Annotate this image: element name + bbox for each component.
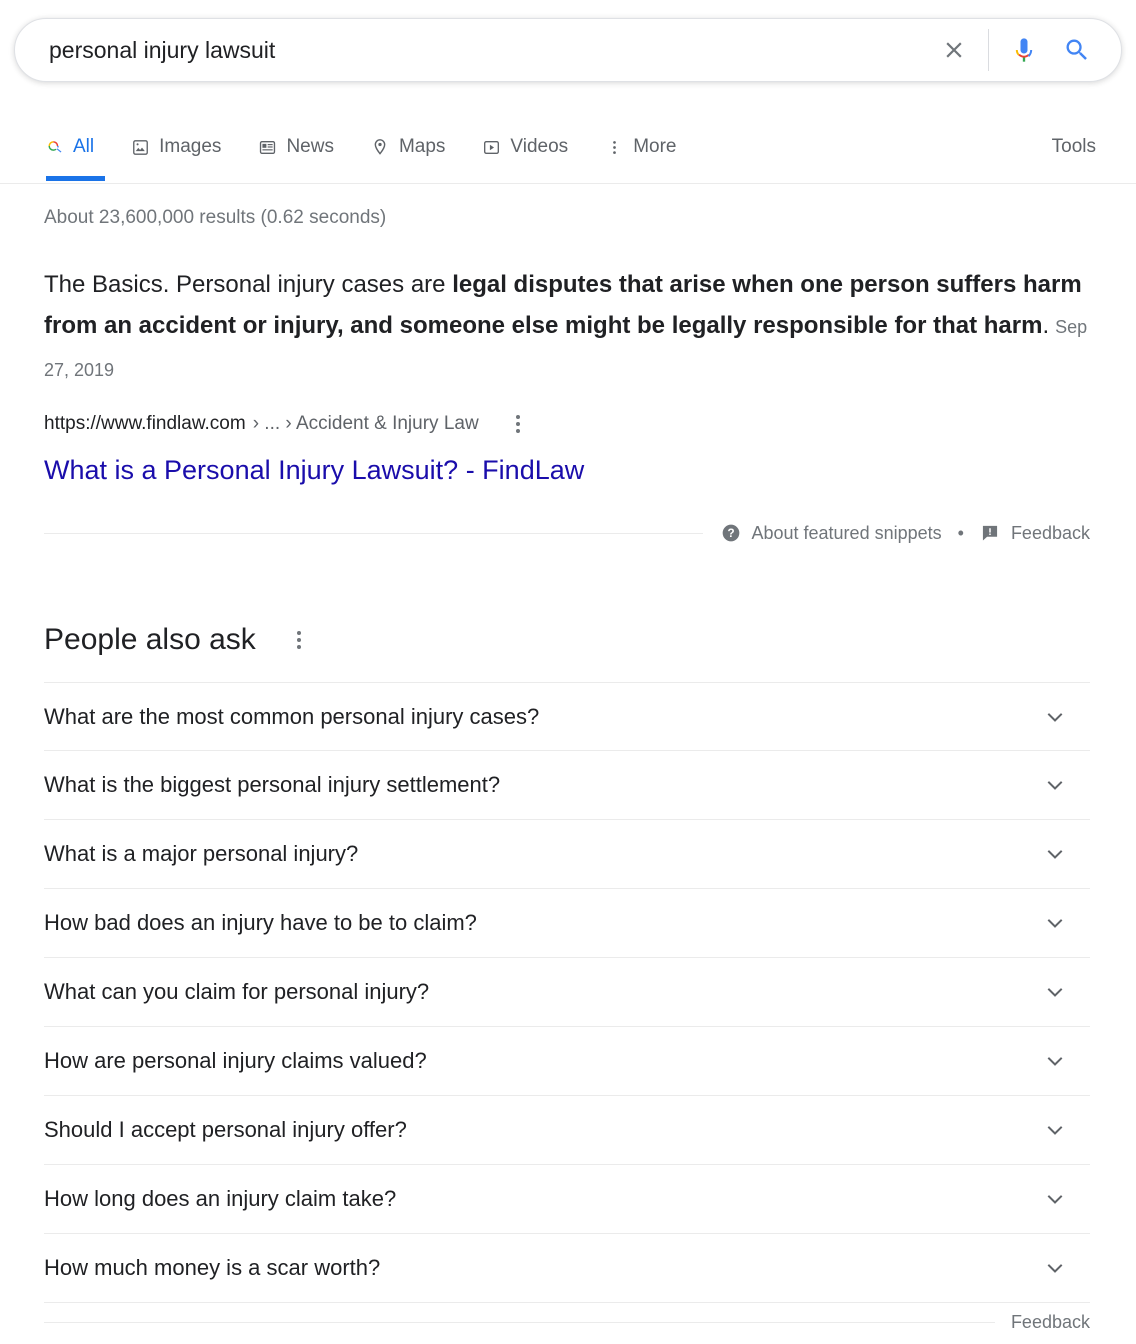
help-question-icon: ? [721, 523, 741, 543]
chevron-down-icon[interactable] [1042, 1117, 1068, 1143]
people-also-ask-question: Should I accept personal injury offer? [44, 1117, 407, 1142]
chevron-down-icon[interactable] [1042, 841, 1068, 867]
tools-button[interactable]: Tools [1052, 118, 1096, 176]
search-input[interactable] [49, 35, 937, 65]
tab-more-label: More [633, 136, 677, 157]
more-vertical-icon [604, 137, 624, 157]
tab-all[interactable]: All [44, 118, 94, 176]
chevron-down-icon[interactable] [1042, 1255, 1068, 1281]
tab-videos[interactable]: Videos [481, 118, 568, 176]
people-also-ask-section: People also ask What are the most common… [44, 612, 1090, 1341]
chevron-down-icon[interactable] [1042, 1186, 1068, 1212]
tab-videos-label: Videos [510, 136, 569, 157]
people-also-ask-options-icon[interactable] [288, 628, 310, 652]
people-also-ask-question: How bad does an injury have to be to cla… [44, 910, 477, 935]
people-also-ask-question: What is a major personal injury? [44, 841, 359, 866]
result-url-row: https://www.findlaw.com › ... › Accident… [44, 412, 529, 436]
people-also-ask-title: People also ask [44, 623, 256, 656]
tab-maps[interactable]: Maps [370, 118, 445, 176]
snippet-feedback-label: Feedback [1010, 522, 1090, 543]
people-also-ask-header: People also ask [44, 612, 1090, 668]
people-also-ask-item[interactable]: What is a major personal injury? [44, 820, 1090, 889]
video-play-icon [481, 137, 501, 157]
tab-images[interactable]: Images [130, 118, 221, 176]
snippet-plain-tail: . [1042, 312, 1050, 339]
snippet-plain-lead: The Basics. Personal injury cases are [44, 271, 453, 298]
people-also-ask-question: What is the biggest personal injury sett… [44, 772, 501, 797]
search-bar-divider [988, 29, 989, 71]
featured-snippet: The Basics. Personal injury cases are le… [44, 264, 1090, 391]
about-featured-snippets-label: About featured snippets [751, 522, 942, 543]
chevron-down-icon[interactable] [1042, 704, 1068, 730]
microphone-icon[interactable] [1009, 35, 1039, 65]
search-bar-container [14, 18, 1122, 82]
map-pin-icon [370, 137, 390, 157]
search-submit-icon[interactable] [1061, 34, 1093, 66]
people-also-ask-question: How much money is a scar worth? [44, 1255, 381, 1280]
feedback-flag-icon [980, 523, 1000, 543]
people-also-ask-list: What are the most common personal injury… [44, 682, 1090, 1303]
snippet-feedback-link[interactable]: Feedback [980, 523, 1090, 544]
result-title-link[interactable]: What is a Personal Injury Lawsuit? - Fin… [44, 452, 584, 488]
result-options-icon[interactable] [507, 412, 529, 436]
chevron-down-icon[interactable] [1042, 979, 1068, 1005]
tools-label: Tools [1051, 136, 1096, 157]
clear-search-icon[interactable] [937, 33, 971, 67]
people-also-ask-question: What are the most common personal injury… [44, 703, 540, 729]
people-also-ask-item[interactable]: How long does an injury claim take? [44, 1165, 1090, 1234]
about-featured-snippets-link[interactable]: ? About featured snippets [721, 522, 942, 544]
paa-footer-divider [44, 1321, 995, 1323]
search-bar-icons [937, 29, 1099, 71]
search-nav-bar: All Images News Maps Videos More Tools [0, 118, 1136, 184]
result-stats: About 23,600,000 results (0.62 seconds) [44, 207, 387, 228]
people-also-ask-question: How long does an injury claim take? [44, 1186, 397, 1211]
people-also-ask-item[interactable]: Should I accept personal injury offer? [44, 1096, 1090, 1165]
people-also-ask-item[interactable]: What is the biggest personal injury sett… [44, 751, 1090, 820]
people-also-ask-question: How are personal injury claims valued? [44, 1048, 427, 1073]
people-also-ask-item[interactable]: What are the most common personal injury… [44, 682, 1090, 751]
result-url-domain[interactable]: https://www.findlaw.com [44, 412, 246, 436]
tab-more[interactable]: More [604, 118, 676, 176]
people-also-ask-footer: Feedback [44, 1303, 1090, 1341]
people-also-ask-item[interactable]: How bad does an injury have to be to cla… [44, 889, 1090, 958]
people-also-ask-item[interactable]: How much money is a scar worth? [44, 1234, 1090, 1303]
search-bar[interactable] [14, 18, 1122, 82]
chevron-down-icon[interactable] [1042, 910, 1068, 936]
chevron-down-icon[interactable] [1042, 772, 1068, 798]
news-icon [257, 137, 277, 157]
image-icon [130, 137, 150, 157]
people-also-ask-question: What can you claim for personal injury? [44, 979, 430, 1004]
tab-maps-label: Maps [398, 136, 446, 157]
tab-news-label: News [286, 136, 334, 157]
nav-tabs: All Images News Maps Videos More [44, 118, 712, 176]
footer-separator-dot: • [957, 523, 964, 543]
tab-all-label: All [73, 136, 95, 157]
footer-divider [44, 532, 704, 534]
active-tab-indicator [46, 176, 105, 181]
featured-snippet-footer: ? About featured snippets • Feedback [44, 520, 1090, 546]
tab-images-label: Images [159, 136, 222, 157]
paa-feedback-link[interactable]: Feedback [1011, 1312, 1090, 1333]
svg-text:?: ? [728, 527, 735, 540]
people-also-ask-item[interactable]: What can you claim for personal injury? [44, 958, 1090, 1027]
result-url-breadcrumb: › ... › Accident & Injury Law [252, 413, 479, 434]
featured-snippet-text: The Basics. Personal injury cases are le… [44, 264, 1090, 391]
google-search-icon [44, 137, 64, 157]
chevron-down-icon[interactable] [1042, 1048, 1068, 1074]
tab-news[interactable]: News [257, 118, 334, 176]
people-also-ask-item[interactable]: How are personal injury claims valued? [44, 1027, 1090, 1096]
